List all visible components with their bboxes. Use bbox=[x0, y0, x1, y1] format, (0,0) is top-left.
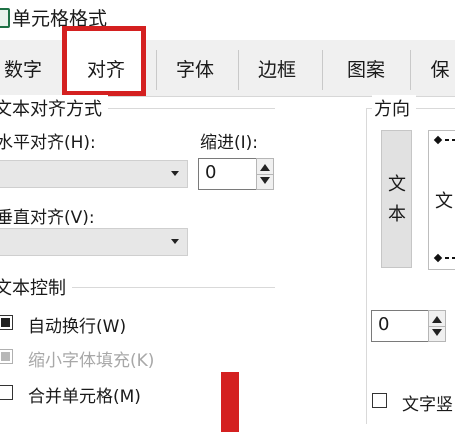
vertical-text-char: 本 bbox=[388, 204, 406, 225]
vertical-align-label: 垂直对齐(V): bbox=[0, 208, 95, 228]
spreadsheet-app-icon bbox=[0, 8, 10, 28]
text-control-group-title: 文本控制 bbox=[0, 274, 72, 300]
spin-down-icon[interactable] bbox=[260, 177, 270, 184]
tab-pattern[interactable]: 图案 bbox=[330, 52, 402, 88]
degrees-spinner[interactable] bbox=[428, 310, 446, 342]
orientation-dot-icon bbox=[433, 135, 443, 145]
tab-font[interactable]: 字体 bbox=[160, 52, 230, 88]
tab-protection[interactable]: 保 bbox=[420, 52, 455, 88]
spin-up-icon[interactable] bbox=[260, 164, 270, 171]
wrap-text-label[interactable]: 自动换行(W) bbox=[28, 312, 126, 337]
merge-cells-label[interactable]: 合并单元格(M) bbox=[28, 382, 141, 407]
indent-input[interactable]: 0 bbox=[198, 158, 258, 190]
shrink-to-fit-checkbox[interactable] bbox=[0, 349, 13, 364]
wrap-text-checkbox[interactable] bbox=[0, 315, 13, 330]
indent-spinner[interactable] bbox=[256, 158, 274, 190]
orientation-group-title: 方向 bbox=[372, 95, 416, 121]
indent-label: 缩进(I): bbox=[200, 133, 259, 153]
orientation-dot-icon bbox=[433, 253, 443, 263]
tab-border[interactable]: 边框 bbox=[242, 52, 312, 88]
horizontal-align-label: 水平对齐(H): bbox=[0, 133, 96, 153]
red-highlight-box bbox=[62, 26, 146, 96]
tab-separator bbox=[410, 50, 411, 90]
dropdown-arrow-icon bbox=[171, 171, 179, 176]
alignment-group-title: 文本对齐方式 bbox=[0, 95, 108, 121]
vertical-text-button[interactable]: 文 本 bbox=[381, 130, 412, 268]
tab-separator bbox=[238, 50, 239, 90]
vertical-align-dropdown[interactable] bbox=[0, 228, 188, 256]
text-direction-checkbox[interactable] bbox=[372, 393, 387, 408]
merge-cells-checkbox[interactable] bbox=[0, 385, 13, 400]
orientation-preview[interactable]: 文 bbox=[428, 130, 455, 270]
horizontal-align-dropdown[interactable] bbox=[0, 160, 188, 188]
orientation-preview-text: 文 bbox=[435, 191, 453, 212]
spin-down-icon[interactable] bbox=[432, 329, 442, 336]
tab-separator bbox=[322, 50, 323, 90]
tab-separator bbox=[156, 50, 157, 90]
tab-number[interactable]: 数字 bbox=[0, 52, 50, 88]
group-divider bbox=[366, 108, 367, 424]
vertical-text-char: 文 bbox=[388, 174, 406, 195]
red-highlight-box bbox=[221, 372, 239, 432]
spin-up-icon[interactable] bbox=[432, 316, 442, 323]
degrees-input[interactable]: 0 bbox=[371, 310, 429, 342]
text-direction-label[interactable]: 文字竖 bbox=[402, 390, 453, 415]
dropdown-arrow-icon bbox=[171, 239, 179, 244]
shrink-to-fit-label: 缩小字体填充(K) bbox=[28, 351, 155, 371]
